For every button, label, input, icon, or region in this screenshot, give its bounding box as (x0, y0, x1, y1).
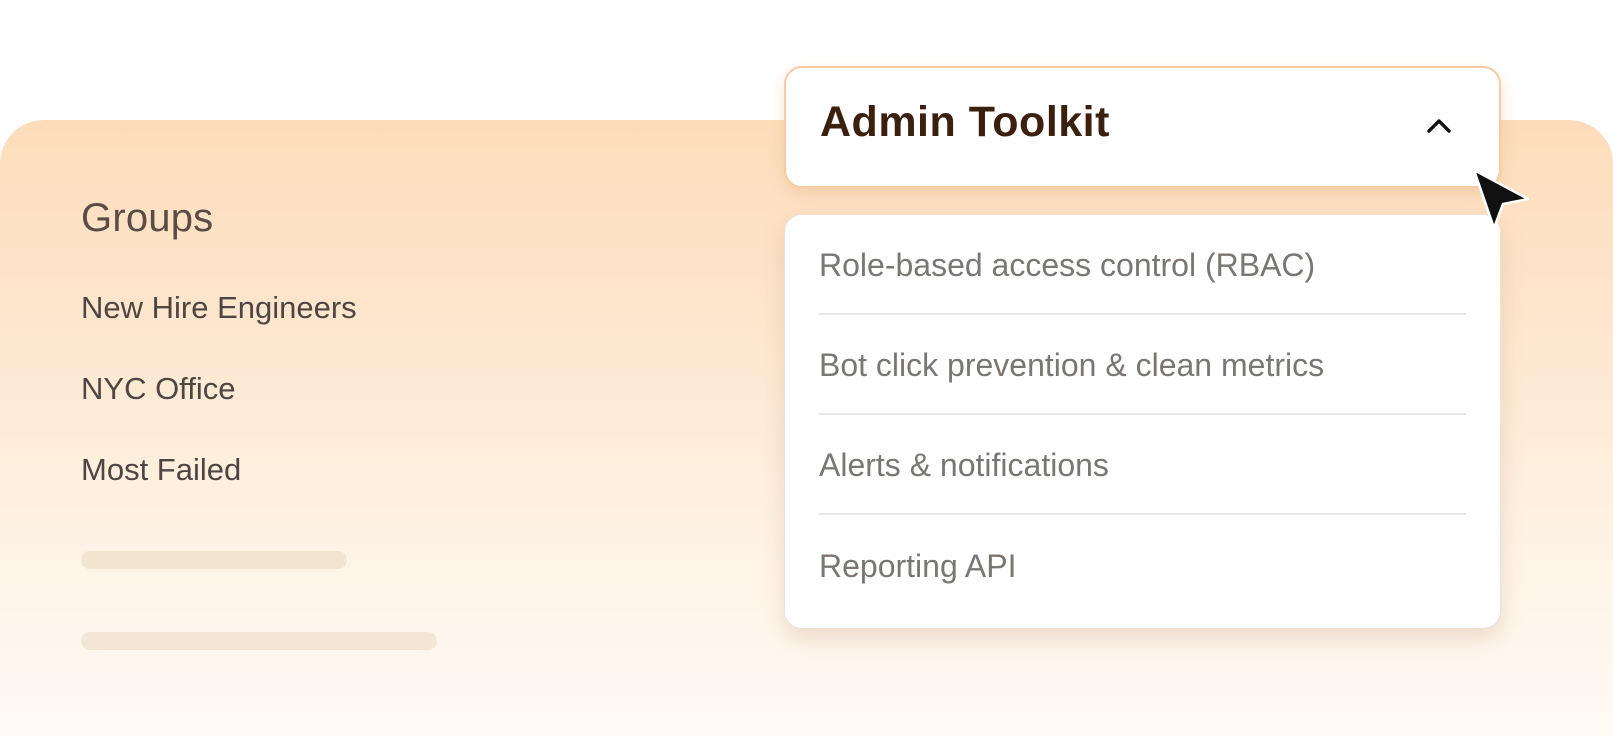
group-item-new-hire-engineers[interactable]: New Hire Engineers (81, 290, 601, 371)
admin-toolkit-title: Admin Toolkit (820, 98, 1110, 146)
chevron-up-icon (1427, 119, 1451, 133)
admin-toolkit-dropdown-toggle[interactable]: Admin Toolkit (784, 66, 1501, 188)
skeleton-placeholder (81, 632, 437, 650)
group-item-nyc-office[interactable]: NYC Office (81, 371, 601, 452)
page: Groups New Hire Engineers NYC Office Mos… (0, 0, 1613, 736)
skeleton-placeholder (81, 551, 347, 569)
group-item-most-failed[interactable]: Most Failed (81, 452, 601, 533)
groups-title: Groups (81, 196, 214, 240)
group-list: New Hire Engineers NYC Office Most Faile… (81, 290, 601, 533)
menu-item-bot-click-prevention[interactable]: Bot click prevention & clean metrics (819, 315, 1466, 415)
menu-item-alerts-notifications[interactable]: Alerts & notifications (819, 415, 1466, 515)
mouse-pointer-icon (1472, 168, 1530, 230)
menu-item-reporting-api[interactable]: Reporting API (819, 515, 1466, 615)
menu-item-rbac[interactable]: Role-based access control (RBAC) (819, 215, 1466, 315)
groups-section: Groups New Hire Engineers NYC Office Mos… (81, 188, 601, 533)
admin-toolkit-menu: Role-based access control (RBAC) Bot cli… (784, 214, 1501, 629)
